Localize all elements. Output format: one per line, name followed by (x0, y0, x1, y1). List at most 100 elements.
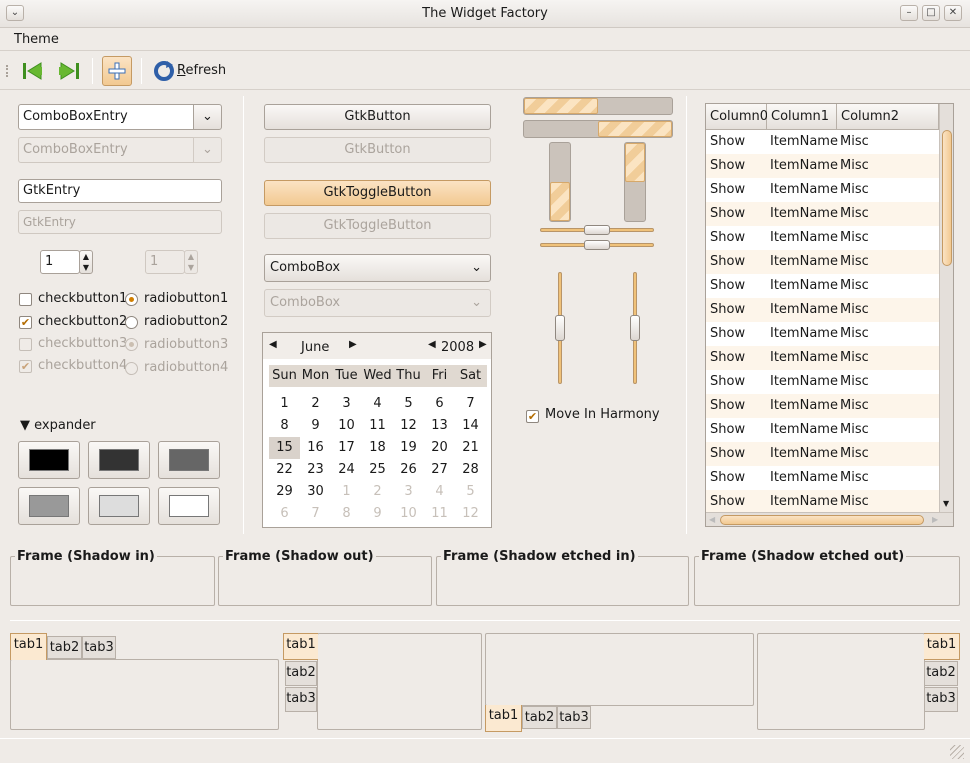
notebook-top-tab3[interactable]: tab3 (82, 636, 116, 659)
color-button-gray[interactable] (158, 441, 220, 479)
scale-v1-knob[interactable] (555, 315, 565, 341)
color-button-light-gray[interactable] (88, 487, 150, 525)
calendar-day[interactable]: 7 (455, 393, 486, 415)
vertical-scrollbar-thumb[interactable] (942, 130, 952, 266)
gtk-entry[interactable]: GtkEntry (18, 179, 222, 203)
calendar-day-other-month[interactable]: 10 (393, 503, 424, 525)
table-row[interactable]: Show ItemName Misc (706, 442, 939, 466)
spin-button-arrows[interactable]: ▲ ▼ (79, 250, 93, 274)
calendar-day[interactable]: 25 (362, 459, 393, 481)
table-row[interactable]: Show ItemName Misc (706, 370, 939, 394)
calendar-day-other-month[interactable]: 9 (362, 503, 393, 525)
calendar-day-other-month[interactable]: 2 (362, 481, 393, 503)
table-row[interactable]: Show ItemName Misc (706, 178, 939, 202)
calendar-day[interactable]: 30 (300, 481, 331, 503)
notebook-left-tab1[interactable]: tab1 (283, 633, 318, 660)
calendar-day-other-month[interactable]: 8 (331, 503, 362, 525)
close-button[interactable]: ✕ (944, 5, 962, 21)
radiobutton1-circle[interactable] (125, 293, 138, 306)
table-row[interactable]: Show ItemName Misc (706, 298, 939, 322)
color-button-white[interactable] (158, 487, 220, 525)
table-row[interactable]: Show ItemName Misc (706, 226, 939, 250)
calendar-day[interactable]: 1 (269, 393, 300, 415)
calendar-day[interactable]: 12 (393, 415, 424, 437)
scroll-left-icon[interactable]: ◀ (709, 515, 715, 524)
calendar-day[interactable]: 9 (300, 415, 331, 437)
scale-h1-knob[interactable] (584, 225, 610, 235)
color-button-black[interactable] (18, 441, 80, 479)
calendar-day[interactable]: 4 (362, 393, 393, 415)
notebook-top-tab2[interactable]: tab2 (47, 636, 82, 659)
calendar-day[interactable]: 13 (424, 415, 455, 437)
vertical-scrollbar[interactable]: ▼ (939, 104, 953, 512)
spin-down-icon[interactable]: ▼ (83, 263, 89, 272)
notebook-bottom-tab3[interactable]: tab3 (557, 706, 591, 729)
radiobutton2-label[interactable]: radiobutton2 (144, 314, 228, 329)
calendar-day-other-month[interactable]: 4 (424, 481, 455, 503)
calendar-day[interactable]: 26 (393, 459, 424, 481)
expander[interactable]: ▼ expander (20, 418, 96, 433)
column-header-2[interactable]: Column2 (837, 104, 939, 130)
notebook-left-tab2[interactable]: tab2 (285, 661, 317, 686)
scale-h2-knob[interactable] (584, 240, 610, 250)
calendar-day-other-month[interactable]: 3 (393, 481, 424, 503)
color-button-medium-gray[interactable] (18, 487, 80, 525)
table-row[interactable]: Show ItemName Misc (706, 418, 939, 442)
toolbar-grip[interactable] (6, 65, 10, 77)
calendar-day-other-month[interactable]: 1 (331, 481, 362, 503)
calendar-day[interactable]: 14 (455, 415, 486, 437)
scale-v2-knob[interactable] (630, 315, 640, 341)
calendar-day-other-month[interactable]: 11 (424, 503, 455, 525)
next-month-icon[interactable]: ▶ (349, 339, 357, 350)
gtk-button[interactable]: GtkButton (264, 104, 491, 130)
scroll-right-icon[interactable]: ▶ (932, 515, 938, 524)
column-header-1[interactable]: Column1 (767, 104, 837, 130)
notebook-top-tab1[interactable]: tab1 (10, 633, 47, 660)
calendar-day[interactable]: 19 (393, 437, 424, 459)
table-row[interactable]: Show ItemName Misc (706, 130, 939, 154)
calendar-day[interactable]: 17 (331, 437, 362, 459)
table-row[interactable]: Show ItemName Misc (706, 394, 939, 418)
checkbutton2-label[interactable]: checkbutton2 (38, 314, 127, 329)
color-button-dark-gray[interactable] (88, 441, 150, 479)
table-row[interactable]: Show ItemName Misc (706, 250, 939, 274)
table-row[interactable]: Show ItemName Misc (706, 466, 939, 490)
scroll-down-icon[interactable]: ▼ (943, 499, 949, 508)
notebook-bottom-tab1[interactable]: tab1 (485, 705, 522, 732)
checkbutton1-label[interactable]: checkbutton1 (38, 291, 127, 306)
calendar-day[interactable]: 22 (269, 459, 300, 481)
calendar-day[interactable]: 28 (455, 459, 486, 481)
refresh-button[interactable]: Refresh (153, 58, 227, 84)
calendar-day[interactable]: 18 (362, 437, 393, 459)
maximize-button[interactable]: □ (922, 5, 940, 21)
checkbutton1-box[interactable] (19, 293, 32, 306)
calendar-day[interactable]: 23 (300, 459, 331, 481)
table-row[interactable]: Show ItemName Misc (706, 346, 939, 370)
radiobutton2-circle[interactable] (125, 316, 138, 329)
combo-box[interactable]: ComboBox ⌄ (264, 254, 491, 282)
go-first-button[interactable] (20, 59, 46, 83)
calendar-day[interactable]: 20 (424, 437, 455, 459)
notebook-right-tab3[interactable]: tab3 (924, 687, 958, 712)
spin-button-input[interactable]: 1 (40, 250, 80, 274)
prev-month-icon[interactable]: ◀ (269, 339, 277, 350)
spin-up-icon[interactable]: ▲ (83, 252, 89, 261)
calendar-day[interactable]: 15 (269, 437, 300, 459)
go-last-button[interactable] (56, 59, 82, 83)
horizontal-scrollbar[interactable]: ◀ ▶ (706, 512, 953, 526)
calendar-day[interactable]: 16 (300, 437, 331, 459)
checkbutton2-box[interactable]: ✔ (19, 316, 32, 329)
prev-year-icon[interactable]: ◀ (428, 339, 436, 350)
notebook-bottom-tab2[interactable]: tab2 (522, 706, 557, 729)
calendar-day-other-month[interactable]: 7 (300, 503, 331, 525)
combo-entry-input[interactable]: ComboBoxEntry (18, 104, 194, 130)
calendar-day[interactable]: 2 (300, 393, 331, 415)
menu-theme[interactable]: Theme (14, 32, 59, 47)
table-row[interactable]: Show ItemName Misc (706, 490, 939, 514)
calendar-day-other-month[interactable]: 12 (455, 503, 486, 525)
radiobutton1-label[interactable]: radiobutton1 (144, 291, 228, 306)
next-year-icon[interactable]: ▶ (479, 339, 487, 350)
calendar-day[interactable]: 21 (455, 437, 486, 459)
calendar-day[interactable]: 10 (331, 415, 362, 437)
table-row[interactable]: Show ItemName Misc (706, 154, 939, 178)
